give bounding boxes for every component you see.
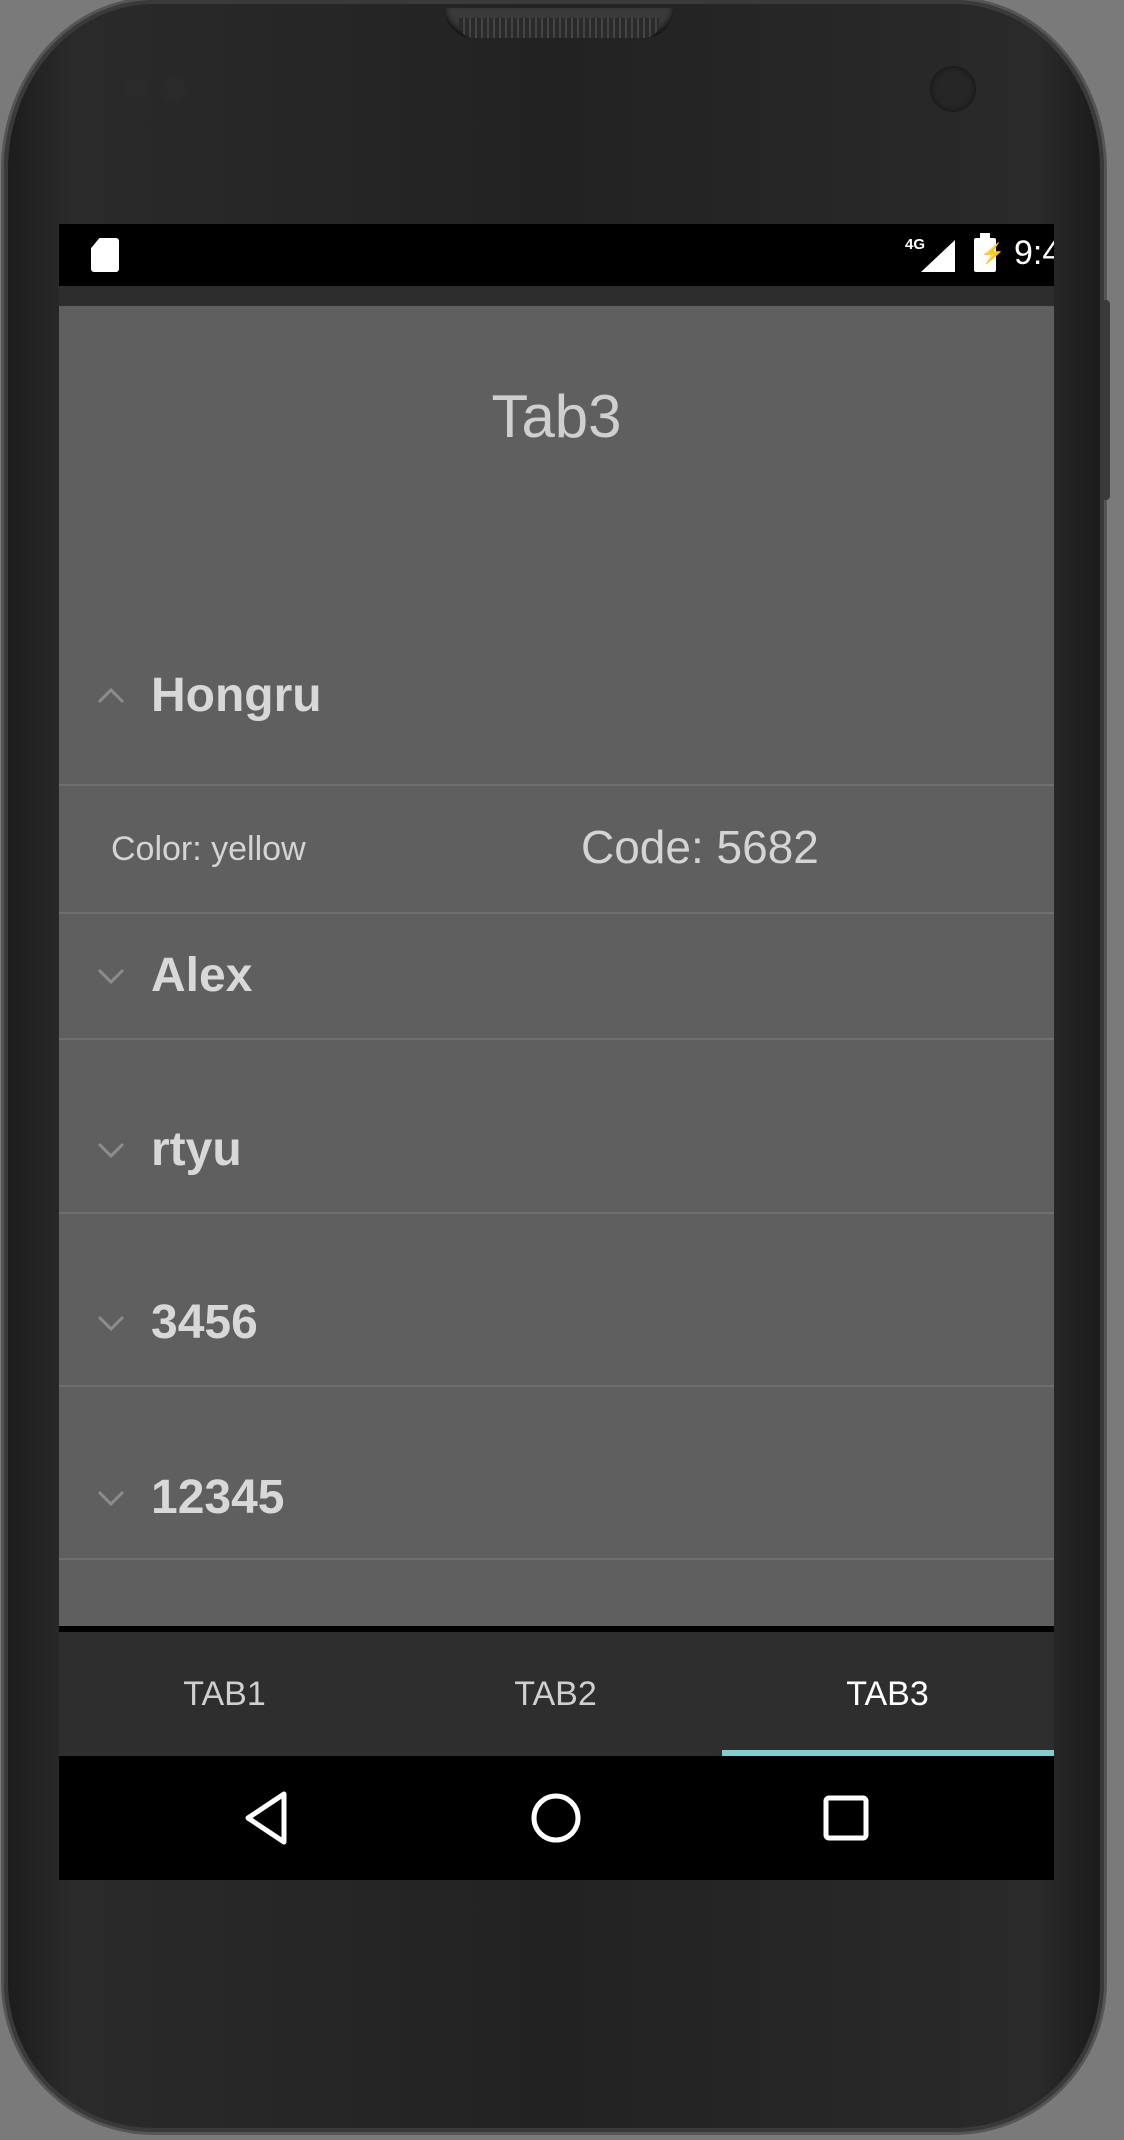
list-item-alex[interactable]: Alex <box>59 914 1054 1040</box>
phone-frame: 4G ⚡ 9:46 Tab3 Hongru Color: yellow Code… <box>4 0 1110 2132</box>
tab-3[interactable]: TAB3 <box>722 1632 1053 1756</box>
chevron-down-icon <box>97 1315 125 1332</box>
toolbar-divider <box>59 286 1054 306</box>
signal-icon <box>921 240 955 272</box>
speaker-grill <box>459 18 659 38</box>
chevron-down-icon <box>97 1142 125 1159</box>
list-item-label: 12345 <box>151 1471 285 1524</box>
charging-bolt-icon: ⚡ <box>980 243 1005 265</box>
list-item-label: 3456 <box>151 1296 258 1349</box>
home-icon[interactable] <box>524 1786 588 1850</box>
sensor <box>160 76 186 102</box>
front-camera <box>930 66 976 112</box>
list-item-hongru[interactable]: Hongru <box>59 612 1054 786</box>
chevron-up-icon <box>97 687 125 704</box>
navigation-bar <box>59 1756 1054 1880</box>
list-item-label: Alex <box>151 949 253 1002</box>
chevron-down-icon <box>97 968 125 985</box>
status-bar: 4G ⚡ 9:46 <box>59 224 1054 286</box>
tab-1[interactable]: TAB1 <box>59 1632 390 1756</box>
main-content: Tab3 Hongru Color: yellow Code: 5682 Ale… <box>59 306 1054 1626</box>
chevron-down-icon <box>97 1490 125 1507</box>
list-item-label: rtyu <box>151 1123 242 1176</box>
power-button <box>1102 300 1110 500</box>
page-title: Tab3 <box>491 383 622 450</box>
expanded-detail: Color: yellow Code: 5682 <box>59 784 1054 914</box>
screen: 4G ⚡ 9:46 Tab3 Hongru Color: yellow Code… <box>59 224 1054 1880</box>
list-item-rtyu[interactable]: rtyu <box>59 1088 1054 1214</box>
list-item-label: Hongru <box>151 669 322 722</box>
tab-2[interactable]: TAB2 <box>390 1632 721 1756</box>
sd-card-icon <box>91 238 119 272</box>
clock: 9:46 <box>1014 234 1054 272</box>
battery-charging-icon: ⚡ <box>974 233 1005 272</box>
recents-icon[interactable] <box>814 1786 878 1850</box>
list-item-3456[interactable]: 3456 <box>59 1261 1054 1387</box>
tab-bar: TAB1 TAB2 TAB3 <box>59 1632 1054 1756</box>
back-icon[interactable] <box>234 1786 298 1850</box>
list-item-12345[interactable]: 12345 <box>59 1436 1054 1560</box>
code-value: Code: 5682 <box>581 821 819 873</box>
sensor <box>122 76 148 102</box>
color-value: Color: yellow <box>111 830 306 868</box>
